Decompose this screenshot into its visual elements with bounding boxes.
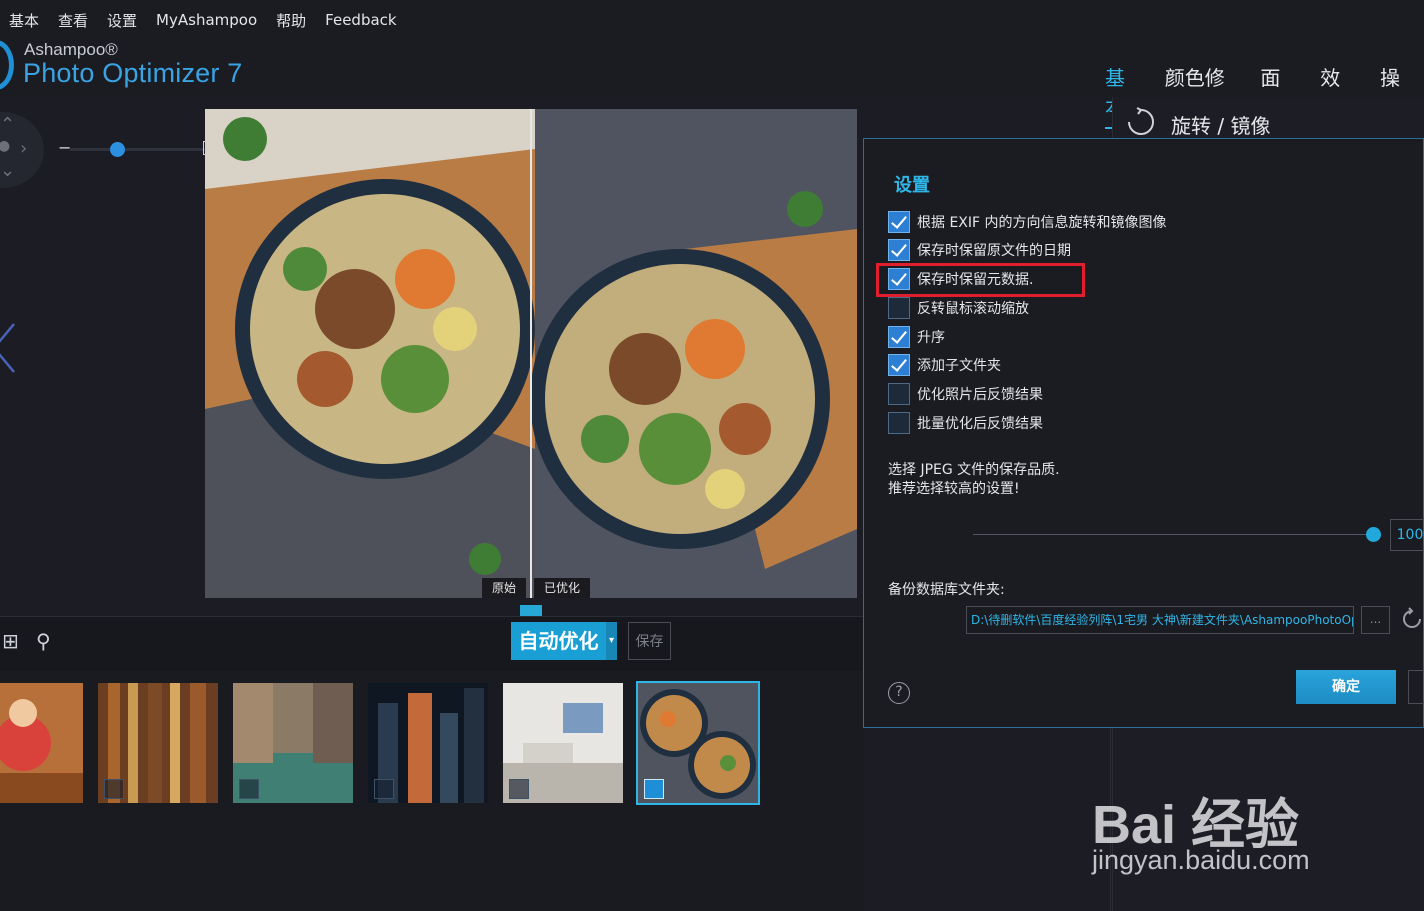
thumbnail-checkbox[interactable] [644,779,664,799]
option-feedback-single[interactable]: 优化照片后反馈结果 [888,383,1043,405]
add-folder-icon[interactable]: ⊞ [2,629,30,657]
chevron-up-icon[interactable]: ⌃ [0,114,15,135]
previous-image-icon[interactable] [0,318,44,378]
option-label: 根据 EXIF 内的方向信息旋转和镜像图像 [917,215,1167,231]
jpeg-note-line1: 选择 JPEG 文件的保存品质. [888,462,1060,478]
backup-folder-input[interactable]: D:\待删软件\百度经验列阵\1宅男 大神\新建文件夹\AshampooPhot… [966,606,1354,634]
jpeg-quality-handle[interactable] [1366,527,1381,542]
rotate-mirror-title[interactable]: 旋转 / 镜像 [1171,110,1270,139]
save-button[interactable]: 保存 [628,622,671,660]
thumbnail-city[interactable] [368,683,488,803]
browse-button[interactable]: ... [1361,606,1390,634]
menu-bar: 基本 查看 设置 MyAshampoo 帮助 Feedback [0,4,407,36]
option-invert-scroll[interactable]: 反转鼠标滚动缩放 [888,297,1029,319]
thumbnail-living-room[interactable] [503,683,623,803]
checkbox[interactable] [888,354,910,376]
menu-myashampoo[interactable]: MyAshampoo [156,11,257,29]
rotate-icon [1128,107,1154,135]
thumbnail-checkbox[interactable] [104,779,124,799]
help-icon[interactable]: ? [888,682,910,704]
option-feedback-batch[interactable]: 批量优化后反馈结果 [888,412,1043,434]
option-keep-date[interactable]: 保存时保留原文件的日期 [888,239,1071,261]
brand-company: Ashampoo® [24,40,118,59]
thumbnail-venice[interactable] [233,683,353,803]
option-label: 添加子文件夹 [917,358,1001,374]
jpeg-quality-slider[interactable] [973,534,1373,535]
zoom-slider[interactable] [70,148,210,151]
menu-view[interactable]: 查看 [58,10,88,31]
checkbox[interactable] [888,211,910,233]
thumbnail-bookshelf[interactable] [98,683,218,803]
menu-settings[interactable]: 设置 [107,10,137,31]
thumbnail-child[interactable] [0,683,83,803]
option-label: 反转鼠标滚动缩放 [917,301,1029,317]
center-dot-icon[interactable]: ● [0,138,10,154]
auto-optimize-button[interactable]: 自动优化 [511,622,606,660]
compare-split-handle[interactable] [530,109,532,598]
option-label: 批量优化后反馈结果 [917,416,1043,432]
pan-navigator[interactable]: ⌃ › ⌄ ● [0,112,44,188]
thumbnail-checkbox[interactable] [509,779,529,799]
chevron-down-icon[interactable]: ⌄ [0,160,15,181]
watermark-url: jingyan.baidu.com [1092,845,1310,875]
checkbox[interactable] [888,412,910,434]
broom-icon[interactable]: ⚲ [36,629,64,657]
jpeg-quality-value[interactable]: 100 [1390,519,1424,551]
menu-help[interactable]: 帮助 [276,10,306,31]
checkbox[interactable] [888,239,910,261]
auto-optimize-dropdown[interactable]: ▾ [606,622,617,660]
option-label: 升序 [917,330,945,346]
thumbnail-checkbox[interactable] [374,779,394,799]
brand-product: Photo Optimizer 7 [23,58,243,88]
ok-button[interactable]: 确定 [1296,670,1396,704]
menu-feedback[interactable]: Feedback [325,11,396,29]
annotation-highlight [876,263,1085,297]
baidu-watermark: Bai 经验 jingyan.baidu.com [1092,760,1422,890]
checkbox[interactable] [888,383,910,405]
menu-basic[interactable]: 基本 [9,10,39,31]
jpeg-note-line2: 推荐选择较高的设置! [888,481,1020,497]
reset-icon[interactable] [1400,607,1424,631]
original-label: 原始 [482,578,527,598]
thumbnail-noodles[interactable] [636,681,760,805]
option-subfolders[interactable]: 添加子文件夹 [888,354,1001,376]
option-label: 优化照片后反馈结果 [917,387,1043,403]
settings-title: 设置 [894,175,930,196]
chevron-right-icon[interactable]: › [20,138,27,159]
checkbox[interactable] [888,297,910,319]
option-exif-rotate[interactable]: 根据 EXIF 内的方向信息旋转和镜像图像 [888,211,1167,233]
bottom-toolbar: ⊞ ⚲ [0,616,864,671]
zoom-slider-handle[interactable] [110,142,125,157]
thumbnail-checkbox[interactable] [239,779,259,799]
optimized-label: 已优化 [534,578,591,598]
option-label: 保存时保留原文件的日期 [917,243,1071,259]
option-ascending[interactable]: 升序 [888,326,945,348]
cancel-button[interactable] [1408,670,1424,704]
backup-folder-label: 备份数据库文件夹: [888,582,1005,598]
jpeg-quality-note: 选择 JPEG 文件的保存品质. 推荐选择较高的设置! [888,461,1060,499]
checkbox[interactable] [888,326,910,348]
